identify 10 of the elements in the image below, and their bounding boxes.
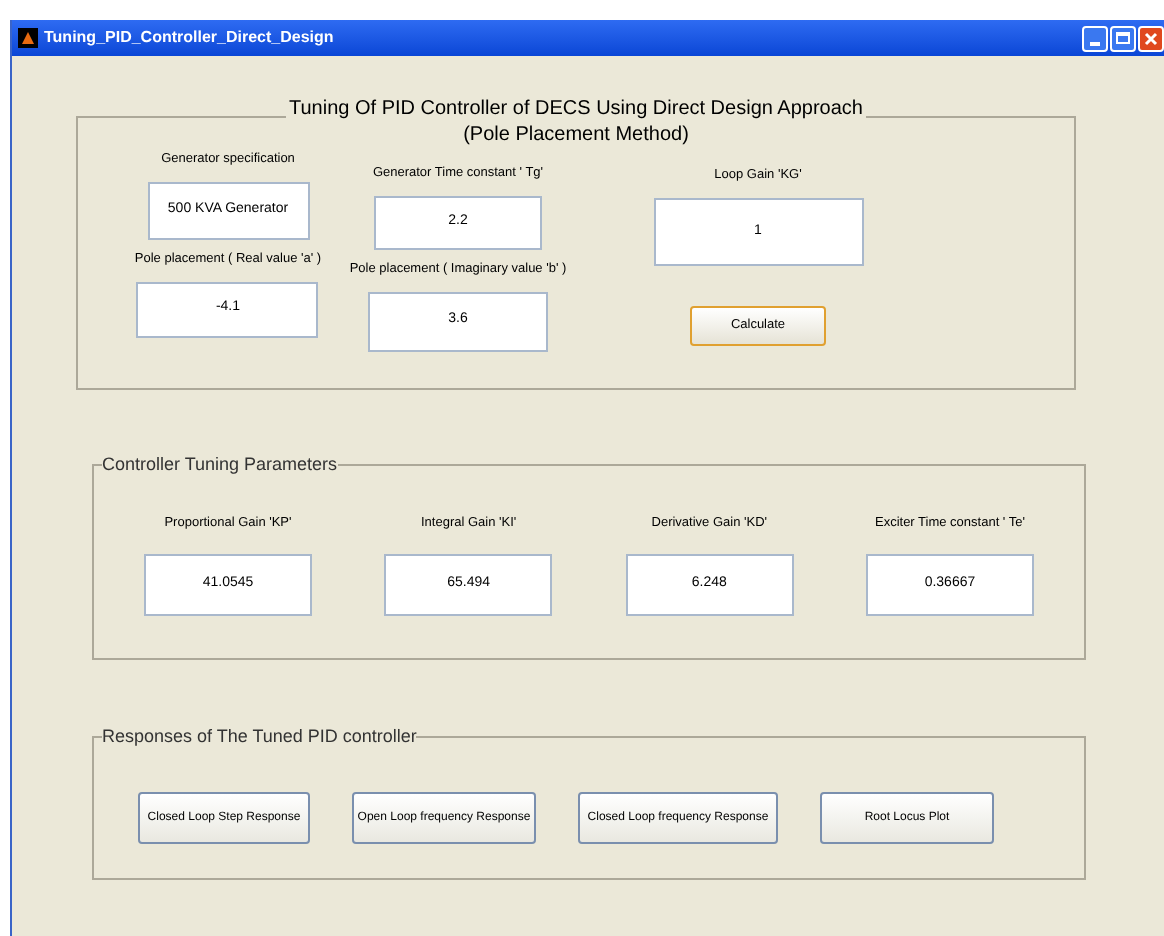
maximize-button[interactable] [1110, 25, 1136, 51]
window-title: Tuning_PID_Controller_Direct_Design [44, 26, 334, 50]
minimize-button[interactable] [1082, 25, 1108, 51]
heading: Tuning Of PID Controller of DECS Using Direct Design Approach [285, 96, 867, 124]
panel-title: Responses of The Tuned PID controller [102, 724, 417, 748]
subheading: (Pole Placement Method) [463, 124, 689, 148]
panel-title: Controller Tuning Parameters [102, 452, 338, 476]
close-button[interactable] [1138, 25, 1164, 51]
close-icon [1144, 31, 1158, 45]
app-icon [18, 28, 38, 48]
